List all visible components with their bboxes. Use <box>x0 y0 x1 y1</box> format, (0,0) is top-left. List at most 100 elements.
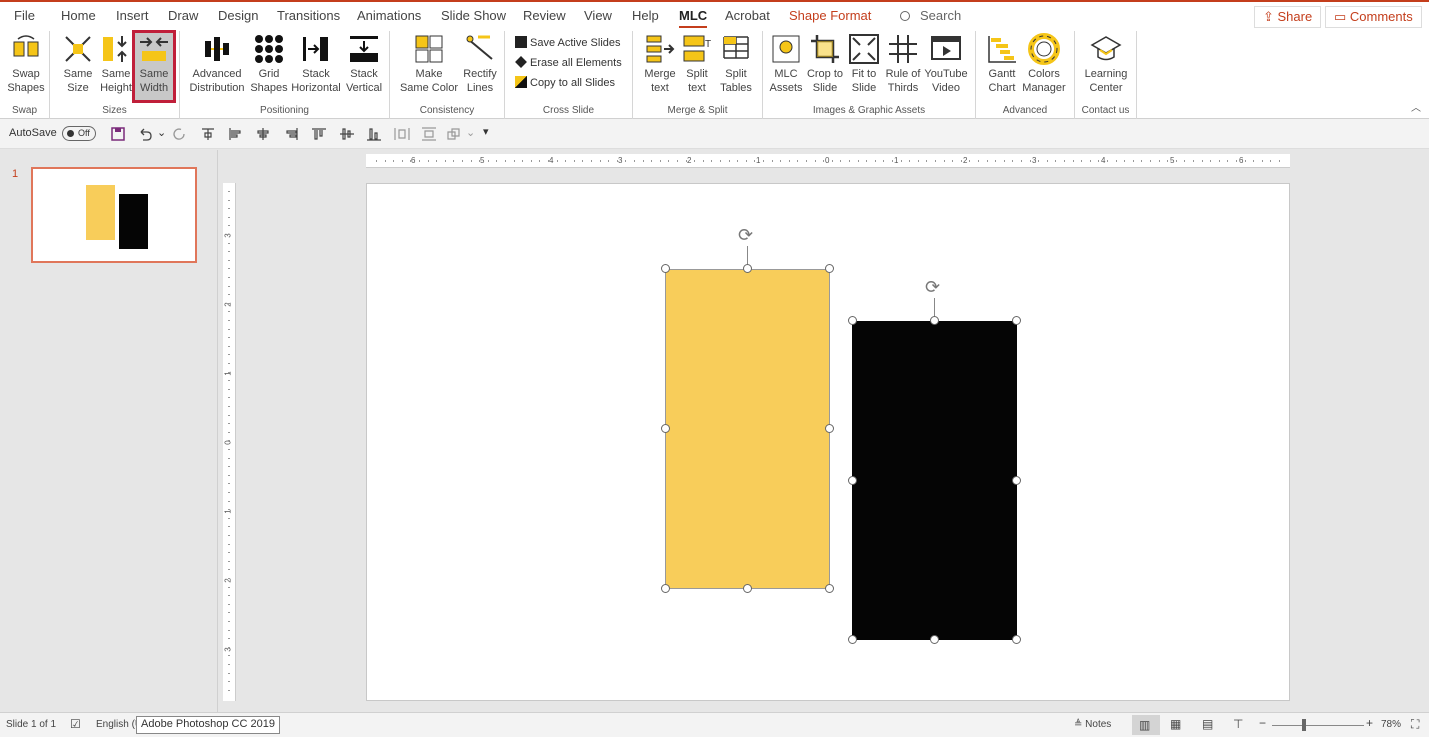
group-dropdown-icon[interactable]: ⌄ <box>466 126 475 139</box>
black-handle-mr[interactable] <box>1012 476 1021 485</box>
tab-view[interactable]: View <box>584 8 612 23</box>
search-box[interactable]: Search <box>900 8 961 23</box>
save-icon[interactable] <box>110 127 126 141</box>
tab-design[interactable]: Design <box>218 8 258 23</box>
tab-review[interactable]: Review <box>523 8 566 23</box>
ruler-h-label: 1 <box>894 156 899 165</box>
tab-transitions[interactable]: Transitions <box>277 8 340 23</box>
share-label: Share <box>1277 9 1313 24</box>
black-handle-tl[interactable] <box>848 316 857 325</box>
black-rectangle[interactable] <box>852 321 1017 640</box>
gantt-chart-button[interactable]: Gantt Chart <box>984 33 1020 99</box>
tab-home[interactable]: Home <box>61 8 96 23</box>
ruler-v-tick <box>228 578 230 579</box>
customize-toolbar-icon[interactable]: ▾ <box>483 125 489 138</box>
same-width-button[interactable]: Same Width <box>132 30 176 103</box>
split-tables-button[interactable]: Split Tables <box>717 33 755 99</box>
learning-center-button[interactable]: Learning Center <box>1080 33 1132 99</box>
reading-view-icon[interactable]: ▤ <box>1202 717 1213 731</box>
youtube-video-button[interactable]: YouTube Video <box>923 33 969 99</box>
group-objects-icon[interactable] <box>446 127 462 141</box>
zoom-level[interactable]: 78% <box>1381 719 1401 730</box>
tab-acrobat[interactable]: Acrobat <box>725 8 770 23</box>
tab-animations[interactable]: Animations <box>357 8 421 23</box>
comments-button[interactable]: ▭ Comments <box>1325 6 1422 28</box>
ruler-h-tick <box>565 160 567 162</box>
fit-slide-icon[interactable]: ⛶ <box>1411 717 1419 732</box>
undo-icon[interactable] <box>137 127 153 141</box>
group-sizes: Same Size Same Height Same Width Sizes <box>50 30 180 119</box>
ruler-h-label: 1 <box>756 156 761 165</box>
yellow-handle-br[interactable] <box>825 584 834 593</box>
yellow-handle-tr[interactable] <box>825 264 834 273</box>
align-top-icon[interactable] <box>311 127 327 141</box>
tab-draw[interactable]: Draw <box>168 8 198 23</box>
split-text-label-1: Split <box>686 68 708 80</box>
make-same-color-button[interactable]: Make Same Color <box>398 33 460 99</box>
slideshow-icon[interactable]: ⊤ <box>1233 717 1243 731</box>
black-handle-br[interactable] <box>1012 635 1021 644</box>
crop-to-slide-button[interactable]: Crop to Slide <box>805 33 845 99</box>
align-bottom-icon[interactable] <box>366 127 382 141</box>
mlc-assets-button[interactable]: MLC Assets <box>768 33 804 99</box>
align-right-icon[interactable] <box>283 127 299 141</box>
black-handle-ml[interactable] <box>848 476 857 485</box>
stack-vertical-button[interactable]: Stack Vertical <box>342 33 386 99</box>
yellow-rotate-handle-icon[interactable]: ⟳ <box>738 225 753 246</box>
yellow-handle-ml[interactable] <box>661 424 670 433</box>
swap-shapes-button[interactable]: Swap Shapes <box>5 33 47 99</box>
align-left-icon[interactable] <box>228 127 244 141</box>
redo-icon[interactable] <box>172 127 188 141</box>
black-handle-tm[interactable] <box>930 316 939 325</box>
colors-manager-button[interactable]: Colors Manager <box>1020 33 1068 99</box>
split-text-button[interactable]: T Split text <box>679 33 715 99</box>
zoom-slider-thumb[interactable] <box>1302 719 1306 731</box>
rectify-lines-button[interactable]: Rectify Lines <box>460 33 500 99</box>
tab-shape-format[interactable]: Shape Format <box>789 8 871 23</box>
black-handle-bm[interactable] <box>930 635 939 644</box>
autosave-toggle[interactable]: Off <box>62 126 96 141</box>
zoom-in-button[interactable]: + <box>1366 716 1373 730</box>
distribute-horizontal-icon[interactable] <box>394 127 410 141</box>
tab-file[interactable]: File <box>14 8 35 23</box>
align-center-icon[interactable] <box>255 127 271 141</box>
advanced-distribution-button[interactable]: Advanced Distribution <box>188 33 246 99</box>
slide-canvas[interactable]: ⟳ ⟳ <box>366 183 1290 701</box>
same-height-button[interactable]: Same Height <box>98 33 134 99</box>
save-active-slides-button[interactable]: Save Active Slides <box>515 36 621 49</box>
yellow-handle-mr[interactable] <box>825 424 834 433</box>
share-button[interactable]: ⇪ Share <box>1254 6 1322 28</box>
merge-text-button[interactable]: Merge text <box>641 33 679 99</box>
distribute-vertical-icon[interactable] <box>421 127 437 141</box>
grid-shapes-button[interactable]: Grid Shapes <box>250 33 288 99</box>
stack-horizontal-button[interactable]: Stack Horizontal <box>290 33 342 99</box>
yellow-handle-bm[interactable] <box>743 584 752 593</box>
slide-sorter-icon[interactable]: ▦ <box>1170 717 1181 731</box>
zoom-out-button[interactable]: − <box>1259 716 1266 730</box>
black-handle-bl[interactable] <box>848 635 857 644</box>
yellow-handle-bl[interactable] <box>661 584 670 593</box>
tab-slide-show[interactable]: Slide Show <box>441 8 506 23</box>
black-handle-tr[interactable] <box>1012 316 1021 325</box>
align-middle-icon[interactable] <box>339 127 355 141</box>
rule-of-thirds-button[interactable]: Rule of Thirds <box>883 33 923 99</box>
notes-button[interactable]: ≜ Notes <box>1074 719 1111 730</box>
group-label-advanced: Advanced <box>1002 105 1048 116</box>
yellow-handle-tm[interactable] <box>743 264 752 273</box>
copy-to-all-slides-button[interactable]: Copy to all Slides <box>515 76 615 89</box>
slide-thumbnail[interactable] <box>31 167 197 263</box>
same-size-button[interactable]: Same Size <box>60 33 96 99</box>
zoom-slider-track[interactable] <box>1272 725 1364 726</box>
fit-to-slide-button[interactable]: Fit to Slide <box>847 33 881 99</box>
tab-mlc[interactable]: MLC <box>679 8 708 28</box>
undo-dropdown-icon[interactable]: ⌄ <box>157 126 166 139</box>
align-icon[interactable] <box>200 127 216 141</box>
tab-help[interactable]: Help <box>632 8 659 23</box>
erase-all-elements-button[interactable]: Erase all Elements <box>515 56 622 69</box>
black-rotate-handle-icon[interactable]: ⟳ <box>925 277 940 298</box>
tab-insert[interactable]: Insert <box>116 8 149 23</box>
accessibility-icon[interactable]: ☑ <box>70 717 81 731</box>
collapse-ribbon-icon[interactable]: ︿ <box>1411 99 1421 114</box>
mlc-assets-icon <box>772 35 800 63</box>
yellow-handle-tl[interactable] <box>661 264 670 273</box>
